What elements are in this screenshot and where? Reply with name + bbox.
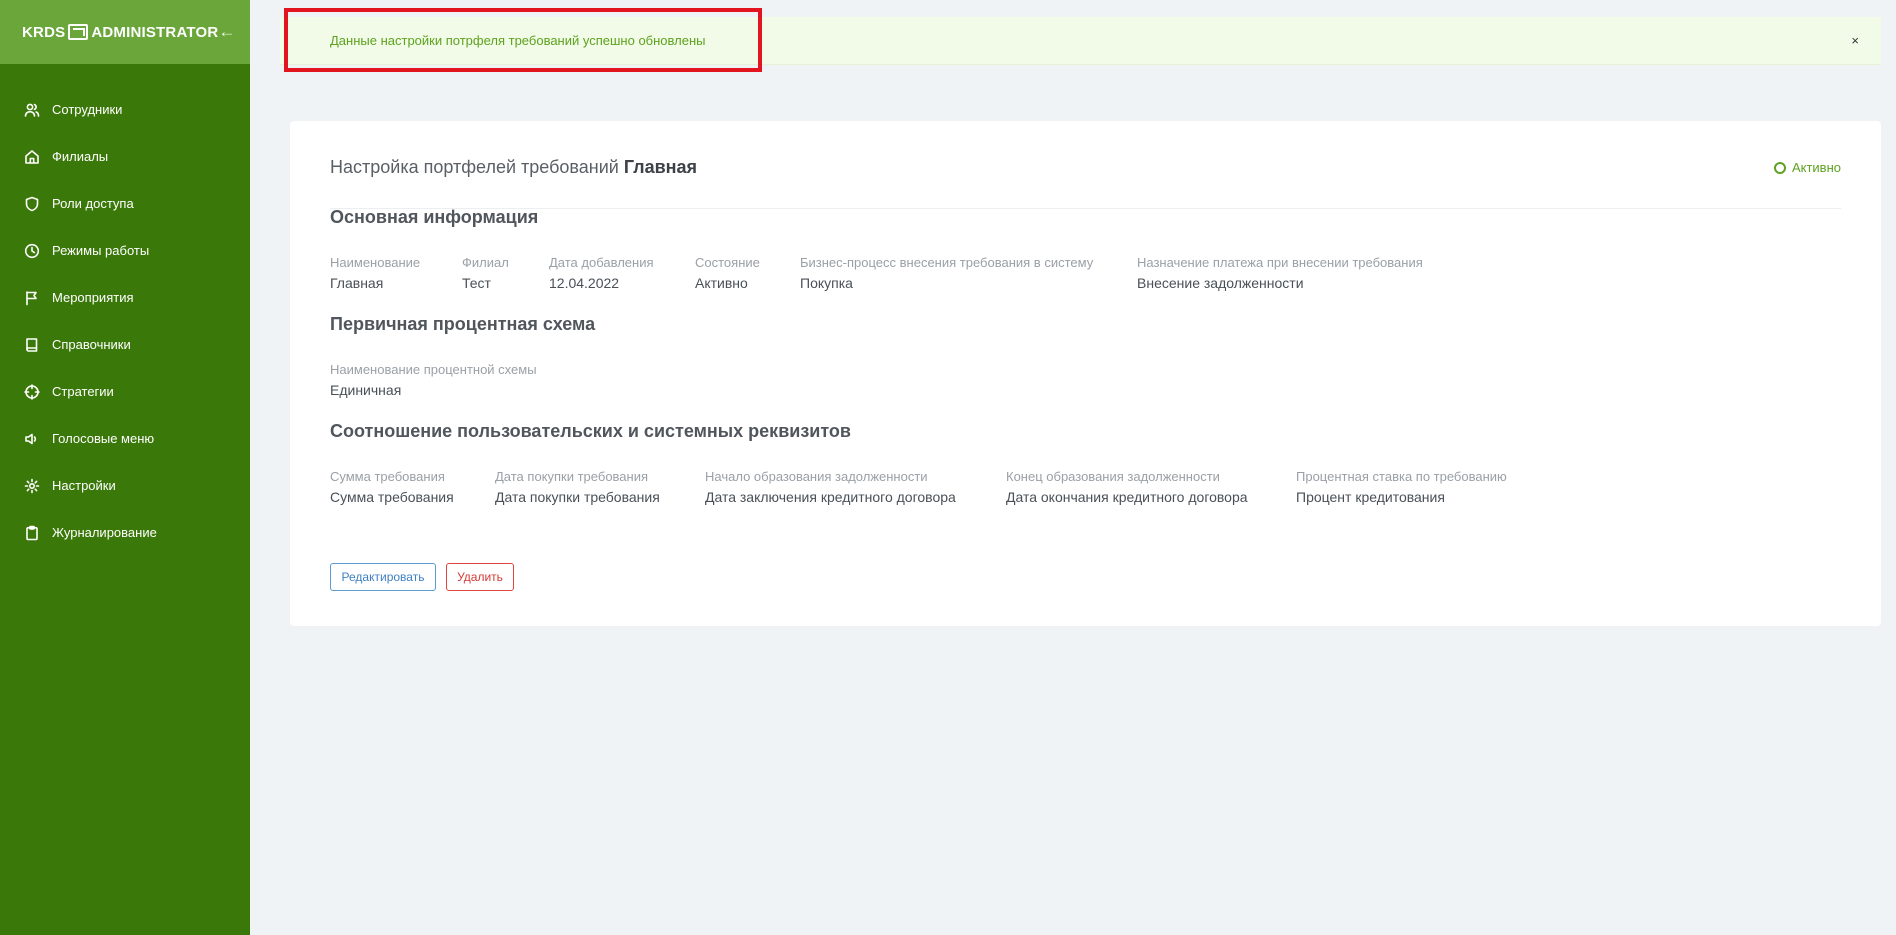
field-value: 12.04.2022 (549, 275, 620, 291)
field-value: Главная (330, 275, 384, 291)
sidebar-item-label: Настройки (52, 478, 116, 493)
field-value: Внесение задолженности (1137, 275, 1304, 291)
field-label: Филиал (462, 255, 509, 270)
sidebar-item-label: Справочники (52, 337, 131, 352)
field-label: Бизнес-процесс внесения требования в сис… (800, 255, 1094, 270)
sidebar-item-directories[interactable]: Справочники (0, 321, 250, 368)
sidebar: KRDS ADMINISTRATOR ← Сотрудники Филиалы … (0, 0, 250, 935)
field-name: Наименование Главная (330, 255, 420, 291)
field-label: Конец образования задолженности (1006, 469, 1220, 484)
delete-button[interactable]: Удалить (446, 563, 514, 591)
field-value: Сумма требования (330, 489, 454, 505)
page-title-prefix: Настройка портфелей требований (330, 157, 619, 177)
users-icon (24, 102, 40, 118)
field-purchase-date: Дата покупки требования Дата покупки тре… (495, 469, 660, 505)
field-value: Дата окончания кредитного договора (1006, 489, 1248, 505)
field-branch: Филиал Тест (462, 255, 509, 291)
section-title-mapping: Соотношение пользовательских и системных… (330, 421, 851, 441)
cube-logo-icon (68, 24, 89, 40)
field-label: Наименование процентной схемы (330, 362, 537, 377)
sidebar-item-access-roles[interactable]: Роли доступа (0, 180, 250, 227)
logo[interactable]: KRDS ADMINISTRATOR (22, 24, 218, 41)
field-interest-rate: Процентная ставка по требованию Процент … (1296, 469, 1507, 505)
field-label: Наименование (330, 255, 421, 270)
sidebar-item-strategies[interactable]: Стратегии (0, 368, 250, 415)
book-icon (24, 337, 40, 353)
page-title: Настройка портфелей требований Главная (330, 157, 1841, 178)
sidebar-item-label: Филиалы (52, 149, 109, 164)
field-payment-purpose: Назначение платежа при внесении требован… (1137, 255, 1423, 291)
portfolio-settings-card: Настройка портфелей требований Главная А… (290, 121, 1881, 626)
sidebar-item-label: Стратегии (52, 384, 114, 399)
sidebar-item-branches[interactable]: Филиалы (0, 133, 250, 180)
crosshair-icon (24, 383, 40, 400)
field-value: Дата покупки требования (495, 489, 660, 505)
field-value: Активно (695, 275, 748, 291)
field-label: Дата добавления (549, 255, 654, 270)
status-label: Активно (1791, 160, 1841, 175)
field-label: Состояние (695, 255, 760, 270)
gear-icon (24, 478, 40, 494)
sidebar-item-label: Мероприятия (52, 290, 134, 305)
shield-icon (24, 196, 40, 212)
field-debt-end: Конец образования задолженности Дата око… (1006, 469, 1248, 505)
sidebar-item-label: Журналирование (52, 525, 157, 540)
field-value: Тест (462, 275, 491, 291)
field-label: Дата покупки требования (495, 469, 649, 484)
field-label: Сумма требования (330, 469, 445, 484)
field-label: Начало образования задолженности (705, 469, 928, 484)
status-circle-icon (1773, 161, 1786, 174)
edit-button[interactable]: Редактировать (330, 563, 436, 591)
field-state: Состояние Активно (695, 255, 760, 291)
sidebar-nav: Сотрудники Филиалы Роли доступа Режимы р… (0, 86, 250, 556)
status-badge: Активно (1773, 160, 1841, 175)
field-date-added: Дата добавления 12.04.2022 (549, 255, 654, 291)
highlight-box (284, 8, 762, 72)
field-value: Покупка (800, 275, 853, 291)
field-interest-scheme: Наименование процентной схемы Единичная (330, 362, 537, 398)
field-value: Единичная (330, 382, 402, 398)
sidebar-item-logging[interactable]: Журналирование (0, 509, 250, 556)
logo-text-right: ADMINISTRATOR (91, 23, 219, 41)
sidebar-item-work-modes[interactable]: Режимы работы (0, 227, 250, 274)
section-title-main: Основная информация (330, 207, 539, 227)
field-value: Процент кредитования (1296, 489, 1445, 505)
section-title-interest: Первичная процентная схема (330, 314, 596, 334)
field-claim-amount: Сумма требования Сумма требования (330, 469, 454, 505)
field-label: Процентная ставка по требованию (1296, 469, 1507, 484)
clock-icon (24, 243, 40, 259)
sidebar-item-label: Режимы работы (52, 243, 150, 258)
page-title-name: Главная (623, 157, 698, 177)
sidebar-item-label: Роли доступа (52, 196, 134, 211)
sidebar-item-settings[interactable]: Настройки (0, 462, 250, 509)
alert-close-icon[interactable]: × (1851, 33, 1859, 48)
card-header: Настройка портфелей требований Главная А… (330, 157, 1841, 209)
sidebar-item-label: Сотрудники (52, 102, 123, 117)
sidebar-item-voice-menus[interactable]: Голосовые меню (0, 415, 250, 462)
flag-icon (24, 290, 40, 306)
speaker-icon (24, 431, 40, 447)
collapse-sidebar-arrow-icon[interactable]: ← (218, 22, 235, 42)
field-debt-start: Начало образования задолженности Дата за… (705, 469, 956, 505)
sidebar-item-employees[interactable]: Сотрудники (0, 86, 250, 133)
sidebar-item-label: Голосовые меню (52, 431, 155, 446)
home-icon (24, 149, 40, 165)
field-value: Дата заключения кредитного договора (705, 489, 956, 505)
sidebar-item-events[interactable]: Мероприятия (0, 274, 250, 321)
logo-text-left: KRDS (22, 23, 66, 41)
clipboard-icon (24, 525, 40, 541)
field-business-process: Бизнес-процесс внесения требования в сис… (800, 255, 1093, 291)
field-label: Назначение платежа при внесении требован… (1137, 255, 1423, 270)
sidebar-header: KRDS ADMINISTRATOR ← (0, 0, 250, 64)
